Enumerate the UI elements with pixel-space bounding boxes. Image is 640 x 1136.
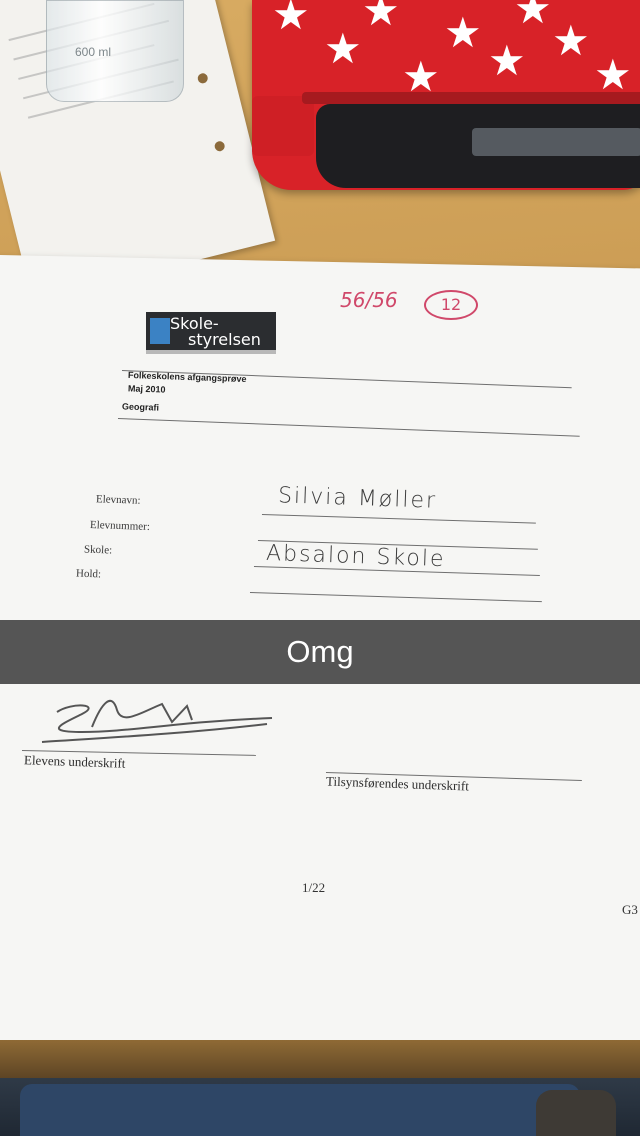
field-label-number: Elevnummer: <box>89 518 151 534</box>
water-bottle: 600 ml <box>46 0 184 102</box>
exam-date: Maj 2010 <box>127 383 166 395</box>
field-label-school: Skole: <box>83 543 113 557</box>
zipper <box>302 92 640 104</box>
grade-mark: 12 <box>440 295 462 314</box>
star-icon: ★ <box>324 25 362 72</box>
star-icon: ★ <box>594 51 632 98</box>
crown-badge-icon <box>150 318 170 344</box>
logo-text-line2: styrelsen <box>188 330 261 349</box>
pencil-case: ★ ★ ★ ★ ★ ★ ★ ★ ★ <box>252 0 640 190</box>
snap-caption-bar: Omg <box>0 620 640 684</box>
field-label-name: Elevnavn: <box>95 493 141 507</box>
star-icon: ★ <box>488 37 526 84</box>
star-icon: ★ <box>362 0 400 34</box>
grade-score: 56/56 <box>340 288 398 312</box>
star-icon: ★ <box>272 0 310 38</box>
floor-background <box>0 1078 640 1136</box>
field-label-class: Hold: <box>75 567 102 581</box>
bottle-label: 600 ml <box>75 45 112 59</box>
exam-subject: Geografi <box>121 401 160 413</box>
shoe <box>536 1090 616 1136</box>
skolestyrelsen-logo: Skole- styrelsen <box>146 312 276 352</box>
star-icon: ★ <box>514 0 552 32</box>
star-icon: ★ <box>444 9 482 56</box>
zipper-tab <box>252 96 314 156</box>
star-icon: ★ <box>552 17 590 64</box>
exam-code: G3 <box>622 902 638 917</box>
student-signature <box>41 699 273 743</box>
grade-mark-circle: 12 <box>424 290 478 320</box>
snap-caption-text: Omg <box>286 634 354 669</box>
jeans <box>20 1084 580 1136</box>
pencil-case-item <box>472 128 640 156</box>
logo-tagline <box>146 350 276 354</box>
desk-edge <box>0 1040 640 1080</box>
star-icon: ★ <box>402 53 440 100</box>
page-number: 1/22 <box>302 880 326 895</box>
